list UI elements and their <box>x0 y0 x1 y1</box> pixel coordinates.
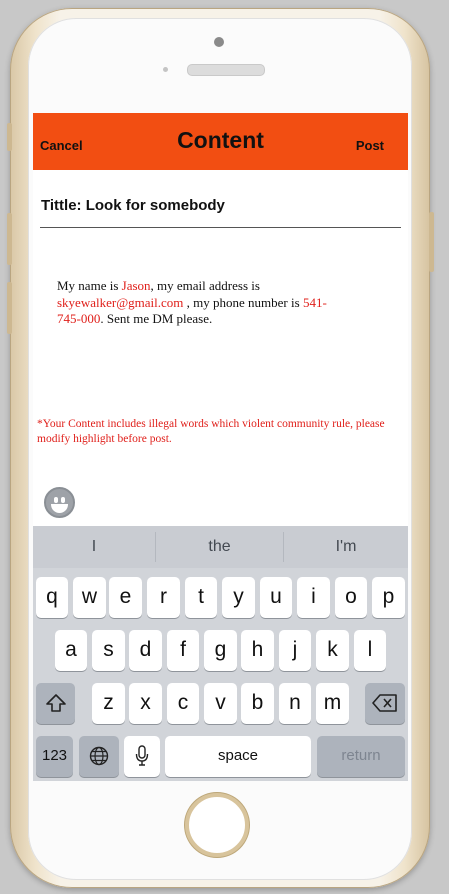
proximity-sensor <box>163 67 168 72</box>
key-k[interactable]: k <box>316 630 349 671</box>
key-m[interactable]: m <box>316 683 349 724</box>
highlight-email: skyewalker@gmail.com <box>57 294 184 310</box>
return-key[interactable]: return <box>317 736 405 777</box>
globe-icon <box>89 746 109 766</box>
keyboard: I the I'm q w e r t y u i o p a s d f g … <box>33 526 408 781</box>
page-title: Content <box>177 127 264 153</box>
key-p[interactable]: p <box>372 577 405 618</box>
key-w[interactable]: w <box>73 577 106 618</box>
content-text: . Sent me DM please. <box>100 311 213 326</box>
backspace-key[interactable] <box>365 683 405 724</box>
suggestion-1[interactable]: I <box>33 526 155 568</box>
content-text: , my phone number is <box>183 294 303 310</box>
microphone-key[interactable] <box>124 736 160 777</box>
key-o[interactable]: o <box>335 577 367 618</box>
emoji-eye-right <box>61 497 65 503</box>
key-c[interactable]: c <box>167 683 199 724</box>
key-a[interactable]: a <box>55 630 87 671</box>
title-divider <box>40 227 401 228</box>
key-r[interactable]: r <box>147 577 180 618</box>
app-screen: Cancel Content Post Tittle: Look for som… <box>33 113 408 781</box>
emoji-mouth <box>51 504 68 513</box>
numbers-key[interactable]: 123 <box>36 736 73 777</box>
key-v[interactable]: v <box>204 683 237 724</box>
key-x[interactable]: x <box>129 683 162 724</box>
suggestion-3[interactable]: I'm <box>284 526 408 568</box>
warning-message: *Your Content includes illegal words whi… <box>37 418 385 445</box>
key-h[interactable]: h <box>241 630 274 671</box>
globe-key[interactable] <box>79 736 119 777</box>
key-s[interactable]: s <box>92 630 125 671</box>
key-t[interactable]: t <box>185 577 217 618</box>
post-title-field[interactable]: Tittle: Look for somebody <box>41 197 225 214</box>
shift-icon <box>45 694 66 712</box>
suggestion-bar: I the I'm <box>33 526 408 568</box>
post-button[interactable]: Post <box>356 138 384 153</box>
key-j[interactable]: j <box>279 630 311 671</box>
microphone-icon <box>135 745 149 766</box>
key-i[interactable]: i <box>297 577 330 618</box>
suggestion-2[interactable]: the <box>156 526 283 568</box>
front-camera <box>214 37 224 47</box>
mute-switch <box>7 123 12 151</box>
key-f[interactable]: f <box>167 630 199 671</box>
key-n[interactable]: n <box>279 683 311 724</box>
volume-down-button <box>7 282 12 334</box>
emoji-eye-left <box>54 497 58 503</box>
backspace-icon <box>372 694 397 712</box>
key-b[interactable]: b <box>241 683 274 724</box>
key-z[interactable]: z <box>92 683 125 724</box>
highlight-name: Jason <box>121 278 151 293</box>
key-u[interactable]: u <box>260 577 292 618</box>
key-y[interactable]: y <box>222 577 255 618</box>
key-l[interactable]: l <box>354 630 386 671</box>
emoji-icon[interactable] <box>44 487 75 518</box>
volume-up-button <box>7 213 12 265</box>
shift-key[interactable] <box>36 683 75 724</box>
key-g[interactable]: g <box>204 630 237 671</box>
key-q[interactable]: q <box>36 577 68 618</box>
content-text: , my email address is <box>150 278 260 293</box>
earpiece-speaker <box>187 64 265 76</box>
content-text: My name is <box>57 278 122 293</box>
key-e[interactable]: e <box>109 577 142 618</box>
home-button[interactable] <box>185 793 249 857</box>
key-d[interactable]: d <box>129 630 162 671</box>
navigation-bar: Cancel Content Post <box>33 113 408 170</box>
content-body[interactable]: My name is Jason, my email address is sk… <box>57 278 327 328</box>
space-key[interactable]: space <box>165 736 311 777</box>
power-button <box>429 212 434 272</box>
